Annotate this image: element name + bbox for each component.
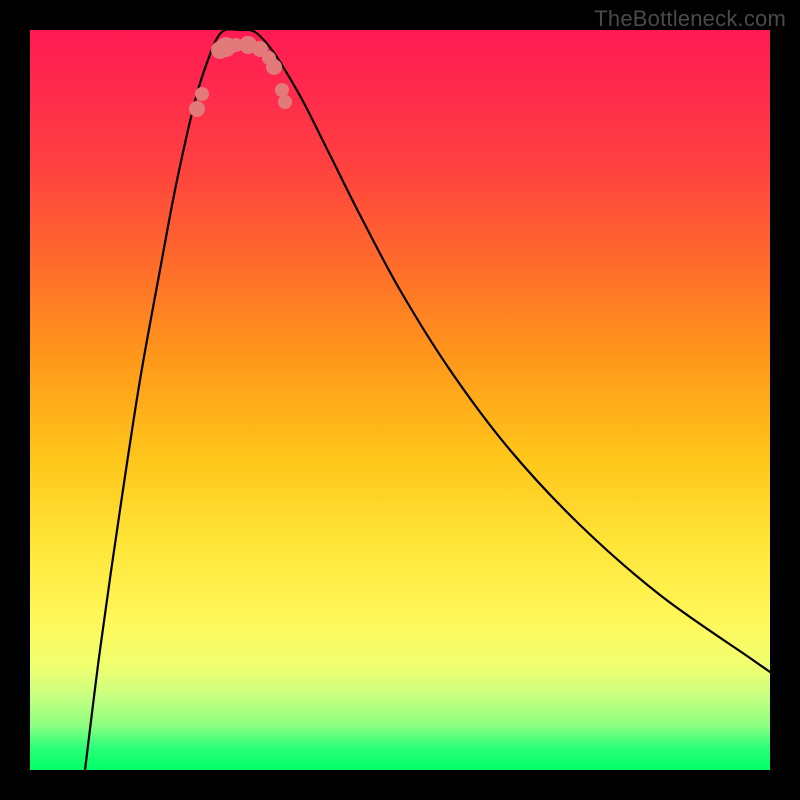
curve-svg	[30, 30, 770, 770]
marker-dot	[189, 101, 205, 117]
marker-dot	[195, 87, 209, 101]
marker-dot	[266, 59, 282, 75]
bottleneck-curve	[85, 29, 770, 770]
outer-frame: TheBottleneck.com	[0, 0, 800, 800]
marker-dot	[278, 95, 292, 109]
marker-dot	[275, 83, 289, 97]
plot-area	[30, 30, 770, 770]
watermark-text: TheBottleneck.com	[594, 6, 786, 32]
marker-group	[189, 36, 292, 117]
